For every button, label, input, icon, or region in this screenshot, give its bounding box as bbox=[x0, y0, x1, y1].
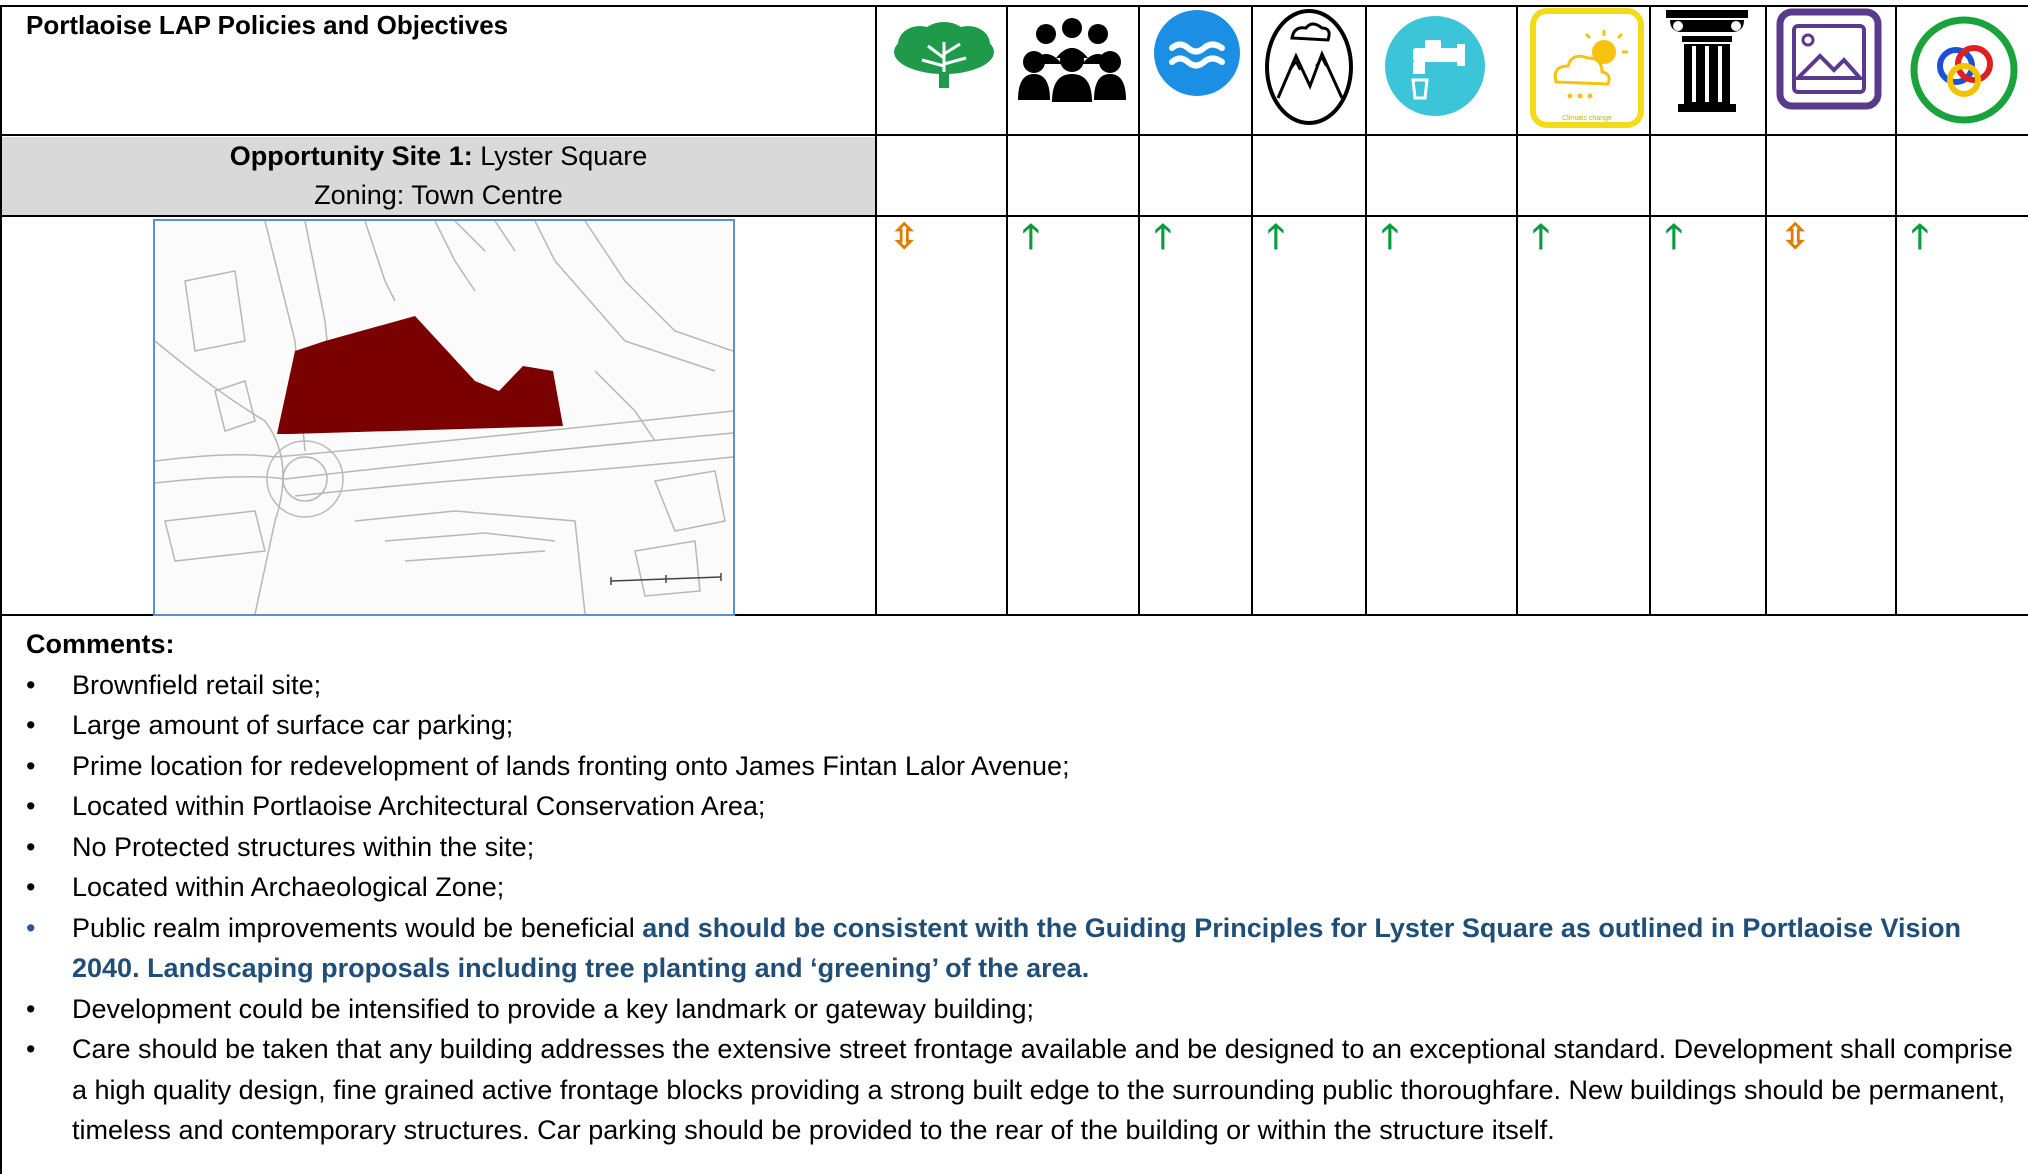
bullet-icon: • bbox=[26, 1034, 36, 1064]
table-border-top bbox=[0, 5, 2028, 7]
table-row-divider bbox=[0, 215, 2028, 217]
water-tap-icon bbox=[1385, 16, 1485, 116]
table-column-divider bbox=[875, 5, 877, 616]
landscape-picture-icon bbox=[1776, 8, 1882, 110]
bullet-icon: • bbox=[26, 872, 36, 902]
interrelationships-rings-icon bbox=[1910, 16, 2018, 124]
comment-text: Care should be taken that any building a… bbox=[72, 1034, 2013, 1145]
bullet-icon: • bbox=[26, 669, 36, 700]
climate-weather-icon: Climatic change bbox=[1530, 8, 1644, 128]
effect-water-positive: 🡑 bbox=[1154, 218, 1172, 256]
table-title: Portlaoise LAP Policies and Objectives bbox=[26, 10, 509, 40]
comment-text: Development could be intensified to prov… bbox=[72, 993, 1035, 1024]
bullet-icon: • bbox=[26, 791, 36, 821]
soil-geology-icon bbox=[1265, 9, 1353, 125]
effect-biodiversity-uncertain: ⇳ bbox=[890, 218, 919, 256]
list-item: • Located within Portlaoise Architectural… bbox=[26, 786, 2016, 827]
effect-interrelationships-positive: 🡑 bbox=[1911, 218, 1929, 256]
comment-text: Brownfield retail site; bbox=[72, 669, 322, 700]
comments-heading: Comments: bbox=[26, 629, 175, 659]
list-item: • No Protected structures within the site… bbox=[26, 827, 2016, 868]
comment-text: Located within Portlaoise Architectural … bbox=[72, 791, 766, 821]
effect-population-positive: 🡑 bbox=[1022, 218, 1040, 256]
effect-climate-positive: 🡑 bbox=[1532, 218, 1550, 256]
population-people-icon bbox=[1018, 18, 1126, 102]
climate-icon-caption: Climatic change bbox=[1562, 115, 1612, 122]
sea-table: Portlaoise LAP Policies and Objectives O… bbox=[0, 0, 2028, 1174]
comment-text: Large amount of surface car parking; bbox=[72, 710, 514, 740]
list-item: • Prime location for redevelopment of lan… bbox=[26, 746, 2016, 787]
list-item: • Located within Archaeological Zone; bbox=[26, 867, 2016, 908]
list-item: • Development could be intensified to pro… bbox=[26, 989, 2016, 1030]
zoning-label: Zoning: Town Centre bbox=[314, 180, 563, 210]
biodiversity-tree-icon bbox=[894, 22, 994, 88]
table-column-divider bbox=[1365, 5, 1367, 616]
comment-text: Prime location for redevelopment of land… bbox=[72, 750, 1070, 781]
table-column-divider bbox=[1516, 5, 1518, 616]
bullet-icon: • bbox=[26, 993, 36, 1024]
comment-text: Located within Archaeological Zone; bbox=[72, 872, 505, 902]
site-map-drawing bbox=[155, 221, 733, 614]
site-location-map bbox=[153, 219, 735, 616]
bullet-icon: • bbox=[26, 912, 36, 943]
list-item: • Public realm improvements would be bene… bbox=[26, 908, 2016, 989]
comments-section: Comments: • Brownfield retail site; • Lar… bbox=[26, 624, 2016, 1151]
table-column-divider bbox=[1138, 5, 1140, 616]
table-column-divider bbox=[1649, 5, 1651, 616]
effect-soil-positive: 🡑 bbox=[1267, 218, 1285, 256]
list-item: • Brownfield retail site; bbox=[26, 665, 2016, 706]
site-name: Lyster Square bbox=[472, 141, 648, 171]
table-column-divider bbox=[1006, 5, 1008, 616]
list-item: • Large amount of surface car parking; bbox=[26, 705, 2016, 746]
effect-landscape-uncertain: ⇳ bbox=[1781, 218, 1810, 256]
site-label: Opportunity Site 1: bbox=[229, 141, 473, 171]
table-column-divider bbox=[1765, 5, 1767, 616]
comment-text: No Protected structures within the site; bbox=[72, 831, 535, 862]
bullet-icon: • bbox=[26, 710, 36, 740]
comments-list: • Brownfield retail site; • Large amount … bbox=[26, 665, 2016, 1151]
opportunity-site-boundary bbox=[277, 316, 563, 434]
table-row-divider bbox=[0, 134, 2028, 136]
water-icon bbox=[1154, 10, 1240, 96]
table-column-divider bbox=[1251, 5, 1253, 616]
site-heading: Opportunity Site 1: Lyster Square Zoning… bbox=[2, 137, 875, 215]
table-column-divider bbox=[1895, 5, 1897, 616]
bullet-icon: • bbox=[26, 831, 36, 862]
effect-heritage-positive: 🡑 bbox=[1665, 218, 1683, 256]
effect-material-assets-positive: 🡑 bbox=[1381, 218, 1399, 256]
cultural-heritage-column-icon bbox=[1666, 10, 1748, 112]
comment-text: Public realm improvements would be benef… bbox=[72, 912, 643, 943]
bullet-icon: • bbox=[26, 750, 36, 781]
list-item: • Care should be taken that any building … bbox=[26, 1029, 2016, 1151]
